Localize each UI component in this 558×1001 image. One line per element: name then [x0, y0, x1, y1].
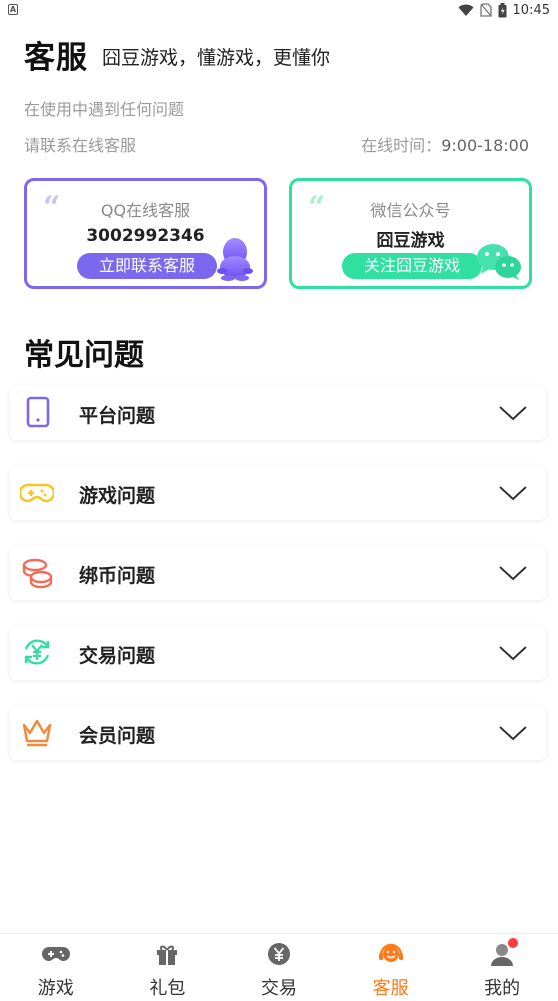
no-sim-icon: [479, 3, 492, 17]
gamepad-icon: [20, 483, 54, 503]
tab-label: 游戏: [37, 978, 74, 999]
qq-penguin-icon: [217, 238, 253, 281]
status-icons: 10:45: [458, 1, 550, 19]
tab-profile[interactable]: 我的: [446, 934, 558, 1001]
online-hours: 在线时间：9:00-18:00: [361, 132, 529, 156]
faq-list: 平台问题 游戏问题 绑币问题 交易问题 会员问题: [10, 386, 546, 786]
notification-dot: [508, 938, 519, 948]
faq-section-title: 常见问题: [24, 338, 144, 373]
tab-label: 交易: [260, 978, 297, 999]
yen-exchange-icon: [24, 639, 50, 665]
bottom-tab-bar: 游戏 礼包 交易 客服 我的: [0, 933, 558, 1001]
faq-item-trade[interactable]: 交易问题: [10, 626, 546, 680]
wechat-icon: [477, 244, 521, 280]
battery-icon: [498, 2, 507, 17]
clock: 10:45: [512, 2, 550, 18]
faq-item-bound-coins[interactable]: 绑币问题: [10, 546, 546, 600]
tab-games[interactable]: 游戏: [0, 934, 112, 1001]
tab-label: 我的: [484, 978, 521, 999]
faq-item-label: 交易问题: [79, 645, 156, 667]
qq-card-label: QQ在线客服: [100, 201, 191, 220]
notification-badge: A: [8, 4, 18, 15]
follow-account-button[interactable]: 关注囧豆游戏: [342, 253, 482, 279]
chevron-down-icon: [499, 726, 527, 741]
wechat-card-label: 微信公众号: [370, 201, 451, 220]
chevron-down-icon: [499, 646, 527, 661]
status-bar: A 10:45: [0, 0, 558, 20]
tab-label: 客服: [372, 978, 409, 999]
contact-service-button[interactable]: 立即联系客服: [77, 253, 217, 279]
coins-icon: [22, 558, 53, 589]
faq-item-membership[interactable]: 会员问题: [10, 706, 546, 760]
tablet-icon: [26, 396, 50, 428]
crown-icon: [22, 719, 52, 747]
headset-icon: [378, 943, 403, 962]
faq-item-label: 平台问题: [79, 405, 156, 427]
chevron-down-icon: [499, 486, 527, 501]
faq-item-game[interactable]: 游戏问题: [10, 466, 546, 520]
tab-trade[interactable]: 交易: [223, 934, 335, 1001]
online-hours-value: 9:00-18:00: [441, 136, 529, 155]
faq-item-label: 绑币问题: [79, 565, 156, 587]
qq-service-card[interactable]: “ QQ在线客服 3002992346 立即联系客服: [24, 178, 267, 289]
faq-item-label: 会员问题: [79, 725, 156, 747]
wifi-icon: [458, 4, 474, 16]
yen-icon: [267, 943, 290, 965]
tab-label: 礼包: [149, 978, 186, 999]
page-title: 客服: [24, 40, 88, 76]
chevron-down-icon: [499, 566, 527, 581]
chevron-down-icon: [499, 406, 527, 421]
tab-gifts[interactable]: 礼包: [112, 934, 224, 1001]
faq-item-label: 游戏问题: [79, 485, 156, 507]
tab-customer-service[interactable]: 客服: [335, 934, 447, 1001]
help-text: 在使用中遇到任何问题: [24, 100, 185, 119]
faq-item-platform[interactable]: 平台问题: [10, 386, 546, 440]
online-hours-label: 在线时间：: [361, 136, 442, 155]
gift-icon: [157, 945, 178, 965]
contact-text: 请联系在线客服: [24, 136, 137, 155]
gamepad-icon: [41, 947, 70, 961]
page-slogan: 囧豆游戏，懂游戏，更懂你: [102, 47, 331, 69]
wechat-account-card[interactable]: “ 微信公众号 囧豆游戏 关注囧豆游戏: [289, 178, 532, 289]
